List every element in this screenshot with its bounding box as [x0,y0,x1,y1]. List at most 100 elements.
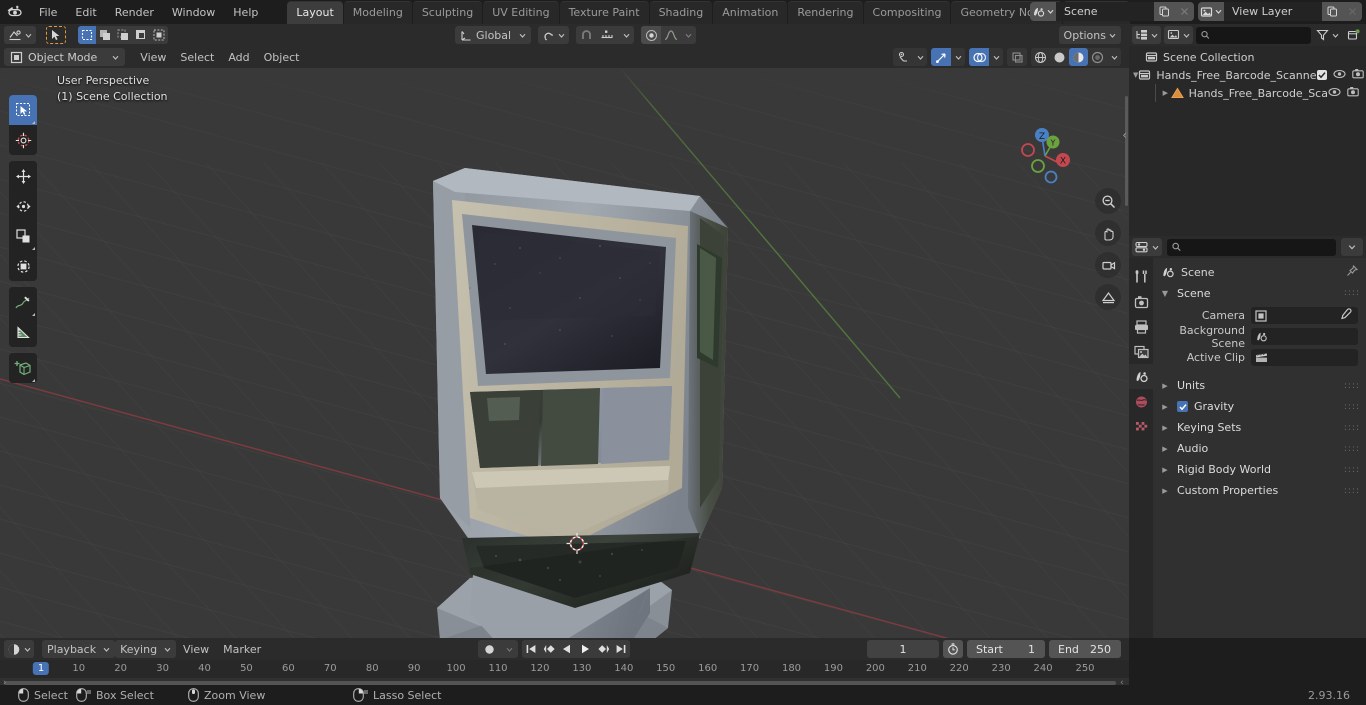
move-view-icon[interactable] [1095,220,1121,246]
scene-icon[interactable] [1030,2,1056,21]
visibility-icon[interactable] [893,48,913,66]
expand-triangle[interactable]: ▶ [1159,382,1171,390]
viewport-menu-view[interactable]: View [133,49,173,66]
chevron-down-icon[interactable] [1341,238,1363,256]
chevron-down-icon[interactable] [989,48,1003,66]
scene-selector[interactable]: Scene [1030,2,1194,21]
snap-increment-icon[interactable] [596,26,618,44]
chevron-down-icon[interactable] [500,640,518,658]
workspace-tab-uv-editing[interactable]: UV Editing [483,0,559,24]
camera-icon[interactable] [1351,68,1364,82]
workspace-tab-modeling[interactable]: Modeling [343,0,412,24]
view-layer-tab[interactable] [1129,339,1153,364]
filter-id-icon[interactable] [1164,26,1193,44]
panel-drag-dots[interactable]: :::: [1344,486,1360,496]
next-keyframe-icon[interactable] [594,640,612,658]
new-collection-icon[interactable] [1344,26,1363,44]
outliner-display-icon[interactable] [1132,26,1161,44]
jump-start-icon[interactable] [522,640,540,658]
workspace-tab-compositing[interactable]: Compositing [863,0,951,24]
outliner-row[interactable]: Scene Collection [1129,48,1366,66]
play-reverse-icon[interactable] [558,640,576,658]
workspace-tab-texture-paint[interactable]: Texture Paint [559,0,649,24]
chevron-down-icon[interactable] [681,26,696,44]
expand-triangle[interactable]: ▶ [1160,89,1170,97]
transform-tool[interactable] [9,251,37,281]
checkbox[interactable] [1316,70,1327,80]
texture-tab[interactable] [1129,414,1153,439]
timeline-marker-menu[interactable]: Marker [216,641,268,658]
outliner-panel[interactable]: Scene Collection ▼ Hands_Free_Barcode_Scan… [1129,46,1366,236]
shading-solid-icon[interactable] [1050,48,1069,66]
menu-edit[interactable]: Edit [66,3,105,22]
cursor-tool[interactable] [9,125,37,155]
snap-toggle-button[interactable] [538,26,569,44]
chevron-down-icon[interactable] [913,48,927,66]
zoom-icon[interactable] [1095,188,1121,214]
property-section-custom-properties[interactable]: ▶ Custom Properties:::: [1153,480,1366,501]
unlink-scene-icon[interactable] [1174,2,1194,21]
gizmo-icon[interactable] [931,48,951,66]
workspace-tab-shading[interactable]: Shading [649,0,713,24]
properties-search-input[interactable] [1185,240,1331,254]
toggle-ortho-icon[interactable] [1095,284,1121,310]
view-layer-icon[interactable] [1198,2,1224,21]
navigation-axis-gizmo[interactable]: Z Y X [1009,120,1081,192]
editor-type-3dview-icon[interactable] [4,26,36,44]
object-mode-dropdown[interactable]: Object Mode [4,48,126,66]
xray-icon[interactable] [1007,48,1027,66]
select-cursor-icon[interactable] [46,26,66,44]
timeline-editor-icon[interactable] [4,640,34,658]
measure-tool[interactable] [9,317,37,347]
panel-drag-dots[interactable]: :::: [1344,444,1360,454]
properties-panel[interactable]: Scene ▼ Scene :::: Camera Background Scen… [1129,258,1366,638]
duplicate-icon[interactable] [1154,2,1174,21]
select-extend-icon[interactable] [96,26,114,44]
workspace-tab-rendering[interactable]: Rendering [788,0,863,24]
keying-dropdown[interactable]: Keying [115,640,177,658]
expand-triangle[interactable]: ▶ [1159,487,1171,495]
property-field[interactable] [1251,307,1358,324]
outliner-search-input[interactable] [1213,28,1306,42]
funnel-icon[interactable] [1314,26,1341,44]
viewport-menu-select[interactable]: Select [173,49,221,66]
checkbox[interactable] [1177,401,1188,412]
shading-material-preview-icon[interactable] [1069,48,1088,66]
timeline-playhead[interactable]: 1 [32,662,50,675]
panel-drag-dots[interactable]: :::: [1344,288,1360,298]
select-subtract-icon[interactable] [114,26,132,44]
panel-drag-dots[interactable]: :::: [1344,381,1360,391]
select-mode-group[interactable] [78,26,168,44]
play-icon[interactable] [576,640,594,658]
panel-drag-dots[interactable]: :::: [1344,465,1360,475]
output-tab[interactable] [1129,314,1153,339]
blender-logo-icon[interactable] [0,5,30,19]
end-frame-field[interactable]: End 250 [1049,640,1121,658]
select-invert-icon[interactable] [132,26,150,44]
eye-icon[interactable] [1332,69,1346,82]
property-section-keying-sets[interactable]: ▶ Keying Sets:::: [1153,417,1366,438]
expand-triangle[interactable]: ▶ [1159,445,1171,453]
viewport-canvas[interactable]: User Perspective (1) Scene Collection Z … [0,68,1129,638]
menu-file[interactable]: File [30,3,66,22]
expand-triangle[interactable]: ▶ [1159,424,1171,432]
jump-end-icon[interactable] [612,640,630,658]
view-layer-name[interactable]: View Layer [1224,2,1322,21]
transport-controls[interactable] [522,640,630,658]
stopwatch-icon[interactable] [943,640,963,658]
smooth-falloff-icon[interactable] [661,26,681,44]
scene-panel-header[interactable]: ▼ Scene :::: [1153,282,1366,304]
record-icon[interactable] [478,640,500,658]
panel-drag-dots[interactable]: :::: [1344,402,1360,412]
menu-help[interactable]: Help [224,3,267,22]
proportional-edit-icon[interactable] [641,26,661,44]
property-field[interactable] [1251,328,1358,345]
scene-tab[interactable] [1129,364,1153,389]
world-tab[interactable] [1129,389,1153,414]
outliner-search-box[interactable] [1196,26,1311,44]
options-dropdown[interactable]: Options [1058,26,1121,44]
current-frame-field[interactable]: 1 [867,640,939,658]
select-intersect-icon[interactable] [150,26,168,44]
scale-tool[interactable] [9,221,37,251]
start-frame-field[interactable]: Start 1 [967,640,1045,658]
